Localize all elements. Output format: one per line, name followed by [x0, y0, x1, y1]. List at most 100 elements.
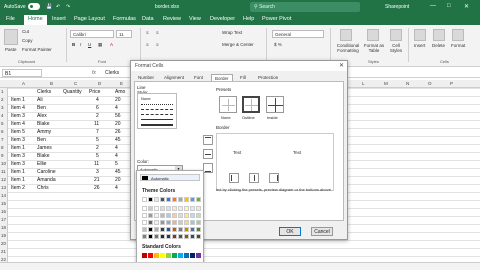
table-cell[interactable]: Ali	[37, 97, 43, 103]
table-cell[interactable]: Item 1	[11, 169, 25, 175]
borders-icon[interactable]: ▦	[98, 42, 102, 48]
theme-color-swatch[interactable]	[166, 213, 171, 218]
table-cell[interactable]: 6	[96, 105, 99, 111]
border-left-button[interactable]	[229, 173, 239, 183]
table-cell[interactable]: Blake	[37, 121, 50, 127]
row-header[interactable]: 5	[1, 121, 4, 126]
tab-formulas[interactable]: Formulas	[113, 16, 136, 22]
maximize-icon[interactable]: □	[447, 3, 451, 9]
table-cell[interactable]: Item 3	[11, 113, 25, 119]
table-cell[interactable]: Caroline	[37, 169, 56, 175]
tab-power-pivot[interactable]: Power Pivot	[262, 16, 291, 22]
table-header-cell[interactable]: Amo	[115, 89, 125, 95]
preset-inside-button[interactable]	[266, 96, 284, 113]
underline-icon[interactable]: U	[88, 42, 91, 47]
table-cell[interactable]: 3	[96, 169, 99, 175]
delete-cells-icon[interactable]	[433, 29, 445, 41]
theme-color-swatch[interactable]	[184, 213, 189, 218]
theme-color-swatch[interactable]	[184, 227, 189, 232]
theme-color-swatch[interactable]	[142, 213, 147, 218]
row-header[interactable]: 17	[1, 217, 6, 222]
theme-color-swatch[interactable]	[178, 197, 183, 202]
row-header[interactable]: 18	[1, 225, 6, 230]
table-cell[interactable]: 4	[115, 185, 118, 191]
cancel-button[interactable]: Cancel	[311, 227, 333, 236]
theme-color-swatch[interactable]	[190, 220, 195, 225]
cell-styles-icon[interactable]	[390, 29, 402, 41]
column-header-b[interactable]: B	[50, 81, 53, 86]
number-format-select[interactable]: General	[272, 30, 324, 38]
line-style-option[interactable]	[141, 114, 173, 115]
theme-color-swatch[interactable]	[166, 234, 171, 239]
row-header[interactable]: 6	[1, 129, 4, 134]
copy-button[interactable]: Copy	[22, 38, 33, 43]
table-cell[interactable]: 4	[115, 153, 118, 159]
table-cell[interactable]: 4	[115, 145, 118, 151]
tab-alignment[interactable]: Alignment	[161, 74, 187, 81]
table-cell[interactable]: Item 2	[11, 185, 25, 191]
theme-color-swatch[interactable]	[142, 227, 147, 232]
table-cell[interactable]: 5	[96, 153, 99, 159]
line-style-none[interactable]: None	[141, 96, 151, 101]
format-as-table-icon[interactable]	[367, 29, 379, 41]
align-top-icon[interactable]: ≡	[146, 30, 149, 35]
row-header[interactable]: 19	[1, 233, 6, 238]
conditional-formatting-button[interactable]: Conditional Formatting	[334, 43, 362, 53]
insert-cells-button[interactable]: Insert	[414, 43, 425, 48]
format-as-table-button[interactable]: Format as Table	[363, 43, 385, 53]
table-cell[interactable]: Chris	[37, 185, 49, 191]
insert-cells-icon[interactable]	[414, 29, 426, 41]
theme-color-swatch[interactable]	[142, 197, 147, 202]
name-box[interactable]: B1	[2, 69, 42, 77]
table-cell[interactable]: 20	[115, 177, 121, 183]
theme-color-swatch[interactable]	[142, 220, 147, 225]
standard-color-swatch[interactable]	[190, 253, 195, 258]
ok-button[interactable]: OK	[279, 227, 301, 236]
table-cell[interactable]: 2	[96, 145, 99, 151]
theme-color-swatch[interactable]	[178, 220, 183, 225]
line-style-option[interactable]	[141, 104, 173, 105]
search-input[interactable]: ⚲ Search	[250, 2, 360, 12]
table-cell[interactable]: 4	[115, 105, 118, 111]
font-size-select[interactable]: 11	[116, 30, 132, 38]
column-header-o[interactable]: O	[428, 81, 432, 86]
column-header-p[interactable]: P	[450, 81, 453, 86]
theme-color-swatch[interactable]	[160, 206, 165, 211]
merge-center-button[interactable]: Merge & Center	[222, 42, 254, 47]
column-header-m[interactable]: M	[384, 81, 388, 86]
table-cell[interactable]: Item 1	[11, 145, 25, 151]
theme-color-swatch[interactable]	[172, 220, 177, 225]
table-cell[interactable]: 26	[115, 129, 121, 135]
font-color-icon[interactable]: A	[110, 42, 113, 47]
minimize-icon[interactable]: —	[430, 3, 436, 9]
theme-color-swatch[interactable]	[142, 234, 147, 239]
table-cell[interactable]: 4	[96, 97, 99, 103]
formula-input[interactable]: Clerks	[105, 70, 119, 76]
align-middle-icon[interactable]: ≡	[156, 30, 159, 35]
row-header[interactable]: 10	[1, 161, 6, 166]
theme-color-swatch[interactable]	[166, 220, 171, 225]
table-cell[interactable]: 7	[96, 129, 99, 135]
table-cell[interactable]: James	[37, 145, 52, 151]
conditional-formatting-icon[interactable]	[340, 29, 352, 41]
line-style-option[interactable]	[141, 109, 173, 110]
theme-color-swatch[interactable]	[178, 213, 183, 218]
cell-styles-button[interactable]: Cell Styles	[388, 43, 404, 53]
theme-color-swatch[interactable]	[142, 206, 147, 211]
paste-label[interactable]: Paste	[5, 47, 17, 52]
theme-color-swatch[interactable]	[154, 234, 159, 239]
theme-color-swatch[interactable]	[154, 213, 159, 218]
standard-color-swatch[interactable]	[160, 253, 165, 258]
column-header-c[interactable]: C	[74, 81, 77, 86]
table-header-cell[interactable]: Quantity	[63, 89, 82, 95]
tab-developer[interactable]: Developer	[210, 16, 235, 22]
tab-home[interactable]: Home	[24, 15, 47, 25]
table-cell[interactable]: Amanda	[37, 177, 56, 183]
table-cell[interactable]: Blake	[37, 153, 50, 159]
standard-color-swatch[interactable]	[142, 253, 147, 258]
table-cell[interactable]: Ben	[37, 105, 46, 111]
theme-color-swatch[interactable]	[154, 197, 159, 202]
table-cell[interactable]: 20	[115, 97, 121, 103]
row-header[interactable]: 7	[1, 137, 4, 142]
format-cells-icon[interactable]	[452, 29, 464, 41]
